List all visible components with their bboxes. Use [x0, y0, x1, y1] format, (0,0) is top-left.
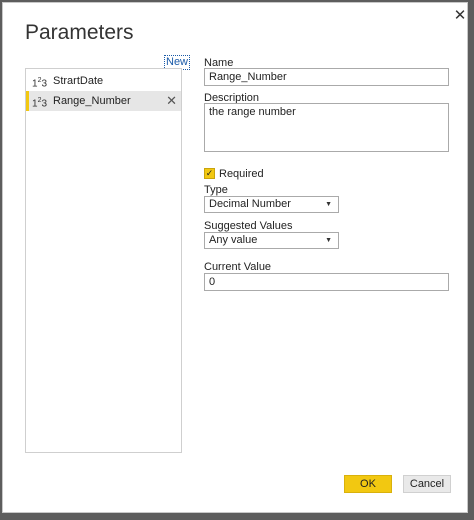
- ok-button[interactable]: OK: [344, 475, 392, 493]
- description-textarea[interactable]: the range number: [204, 103, 449, 152]
- parameter-item-label: StrartDate: [53, 75, 104, 87]
- chevron-down-icon: ▼: [325, 201, 332, 208]
- parameter-item-range-number[interactable]: 123 Range_Number ✕: [26, 91, 181, 111]
- number-type-icon: 123: [32, 97, 48, 110]
- parameter-item-label: Range_Number: [53, 95, 131, 107]
- remove-icon[interactable]: ✕: [166, 91, 177, 111]
- type-select[interactable]: Decimal Number ▼: [204, 196, 339, 213]
- parameters-dialog: ✕ Parameters New 123 StrartDate 123 Rang…: [2, 2, 468, 513]
- name-input[interactable]: [204, 68, 449, 86]
- checkmark-icon: ✓: [205, 168, 214, 178]
- parameter-item-strartdate[interactable]: 123 StrartDate: [26, 71, 181, 91]
- type-select-value: Decimal Number: [209, 198, 291, 210]
- suggested-values-select[interactable]: Any value ▼: [204, 232, 339, 249]
- dialog-title: Parameters: [25, 21, 134, 44]
- close-icon[interactable]: ✕: [451, 7, 469, 25]
- required-label: Required: [219, 168, 264, 180]
- suggested-values-select-value: Any value: [209, 234, 258, 246]
- required-checkbox[interactable]: ✓: [204, 168, 215, 179]
- parameter-list: 123 StrartDate 123 Range_Number ✕: [25, 68, 182, 453]
- cancel-button[interactable]: Cancel: [403, 475, 451, 493]
- chevron-down-icon: ▼: [325, 237, 332, 244]
- current-value-input[interactable]: [204, 273, 449, 291]
- suggested-values-label: Suggested Values: [204, 220, 293, 232]
- type-label: Type: [204, 184, 228, 196]
- current-value-label: Current Value: [204, 261, 272, 273]
